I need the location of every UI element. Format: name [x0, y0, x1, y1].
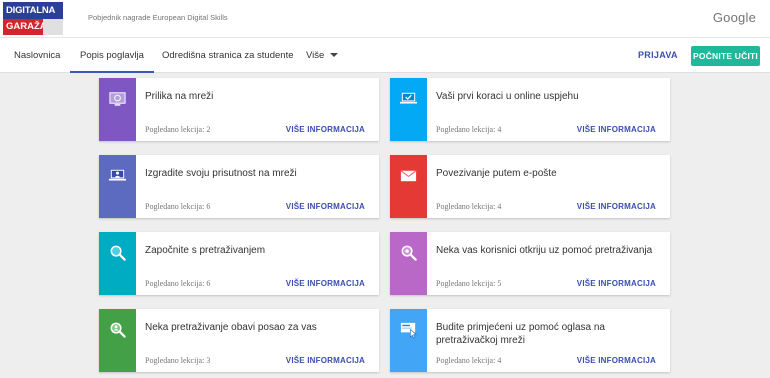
card-color-strip: [390, 309, 427, 372]
ad-cursor-icon: [400, 322, 417, 339]
nav-more-label: Više: [306, 50, 325, 61]
card-title: Započnite s pretraživanjem: [145, 245, 266, 256]
chapter-card[interactable]: Budite primjećeni uz pomoć oglasa na pre…: [390, 309, 670, 372]
more-info-link[interactable]: VIŠE INFORMACIJA: [286, 125, 365, 134]
card-title: Budite primjećeni uz pomoć oglasa na pre…: [436, 322, 605, 346]
card-color-strip: [99, 155, 136, 218]
logo-text-bottom: GARAŽA: [3, 19, 47, 35]
award-tagline: Pobjednik nagrade European Digital Skill…: [88, 13, 228, 22]
lessons-viewed: Pogledano lekcija: 5: [436, 279, 502, 288]
chevron-down-icon: [330, 53, 339, 58]
envelope-icon: [400, 170, 417, 182]
card-color-strip: [99, 232, 136, 295]
more-info-link[interactable]: VIŠE INFORMACIJA: [577, 279, 656, 288]
chapter-card[interactable]: Povezivanje putem e-pošte Pogledano lekc…: [390, 155, 670, 218]
card-title: Neka vas korisnici otkriju uz pomoć pret…: [436, 245, 653, 256]
magnifier-icon: [110, 245, 126, 261]
nav-home[interactable]: Naslovnica: [14, 38, 60, 73]
card-title: Neka pretraživanje obavi posao za vas: [145, 322, 317, 333]
card-title: Izgradite svoju prisutnost na mreži: [145, 168, 297, 179]
more-info-link[interactable]: VIŠE INFORMACIJA: [577, 125, 656, 134]
lessons-viewed: Pogledano lekcija: 6: [145, 279, 211, 288]
lessons-viewed: Pogledano lekcija: 4: [436, 202, 502, 211]
globe-screen-icon: [109, 92, 126, 106]
digital-garage-logo[interactable]: DIGITALNA GARAŽA: [3, 2, 66, 35]
google-brand: Google: [712, 10, 756, 25]
lessons-viewed: Pogledano lekcija: 3: [145, 356, 211, 365]
start-learning-button[interactable]: POČNITE UČITI: [691, 46, 760, 66]
login-link[interactable]: PRIJAVA: [638, 38, 678, 73]
magnifier-plus-icon: [401, 245, 417, 261]
laptop-user-icon: [108, 169, 127, 181]
nav-more[interactable]: Više: [306, 38, 339, 73]
nav-student-landing[interactable]: Odredišna stranica za studente: [162, 38, 294, 73]
lessons-viewed: Pogledano lekcija: 4: [436, 356, 502, 365]
card-color-strip: [390, 232, 427, 295]
magnifier-user-icon: [110, 322, 126, 338]
chapter-card[interactable]: Započnite s pretraživanjem Pogledano lek…: [99, 232, 379, 295]
site-header: DIGITALNA GARAŽA Pobjednik nagrade Europ…: [0, 0, 770, 37]
lessons-viewed: Pogledano lekcija: 2: [145, 125, 211, 134]
logo-text-top: DIGITALNA: [3, 2, 63, 19]
more-info-link[interactable]: VIŠE INFORMACIJA: [286, 202, 365, 211]
logo-grey-block: [43, 19, 63, 35]
chapter-card[interactable]: Neka pretraživanje obavi posao za vas Po…: [99, 309, 379, 372]
main-nav: Naslovnica Popis poglavlja Odredišna str…: [0, 37, 770, 73]
card-color-strip: [99, 309, 136, 372]
more-info-link[interactable]: VIŠE INFORMACIJA: [577, 356, 656, 365]
chapter-card[interactable]: Vaši prvi koraci u online uspjehu Pogled…: [390, 78, 670, 141]
nav-chapter-list[interactable]: Popis poglavlja: [70, 38, 154, 73]
more-info-link[interactable]: VIŠE INFORMACIJA: [577, 202, 656, 211]
card-color-strip: [390, 155, 427, 218]
lessons-viewed: Pogledano lekcija: 4: [436, 125, 502, 134]
chapter-card[interactable]: Neka vas korisnici otkriju uz pomoć pret…: [390, 232, 670, 295]
more-info-link[interactable]: VIŠE INFORMACIJA: [286, 356, 365, 365]
chapter-card[interactable]: Izgradite svoju prisutnost na mreži Pogl…: [99, 155, 379, 218]
chapter-card[interactable]: Prilika na mreži Pogledano lekcija: 2 VI…: [99, 78, 379, 141]
laptop-check-icon: [399, 92, 418, 104]
more-info-link[interactable]: VIŠE INFORMACIJA: [286, 279, 365, 288]
card-title: Prilika na mreži: [145, 91, 214, 102]
card-color-strip: [390, 78, 427, 141]
card-color-strip: [99, 78, 136, 141]
card-title: Povezivanje putem e-pošte: [436, 168, 557, 179]
lessons-viewed: Pogledano lekcija: 6: [145, 202, 211, 211]
card-title: Vaši prvi koraci u online uspjehu: [436, 91, 579, 102]
